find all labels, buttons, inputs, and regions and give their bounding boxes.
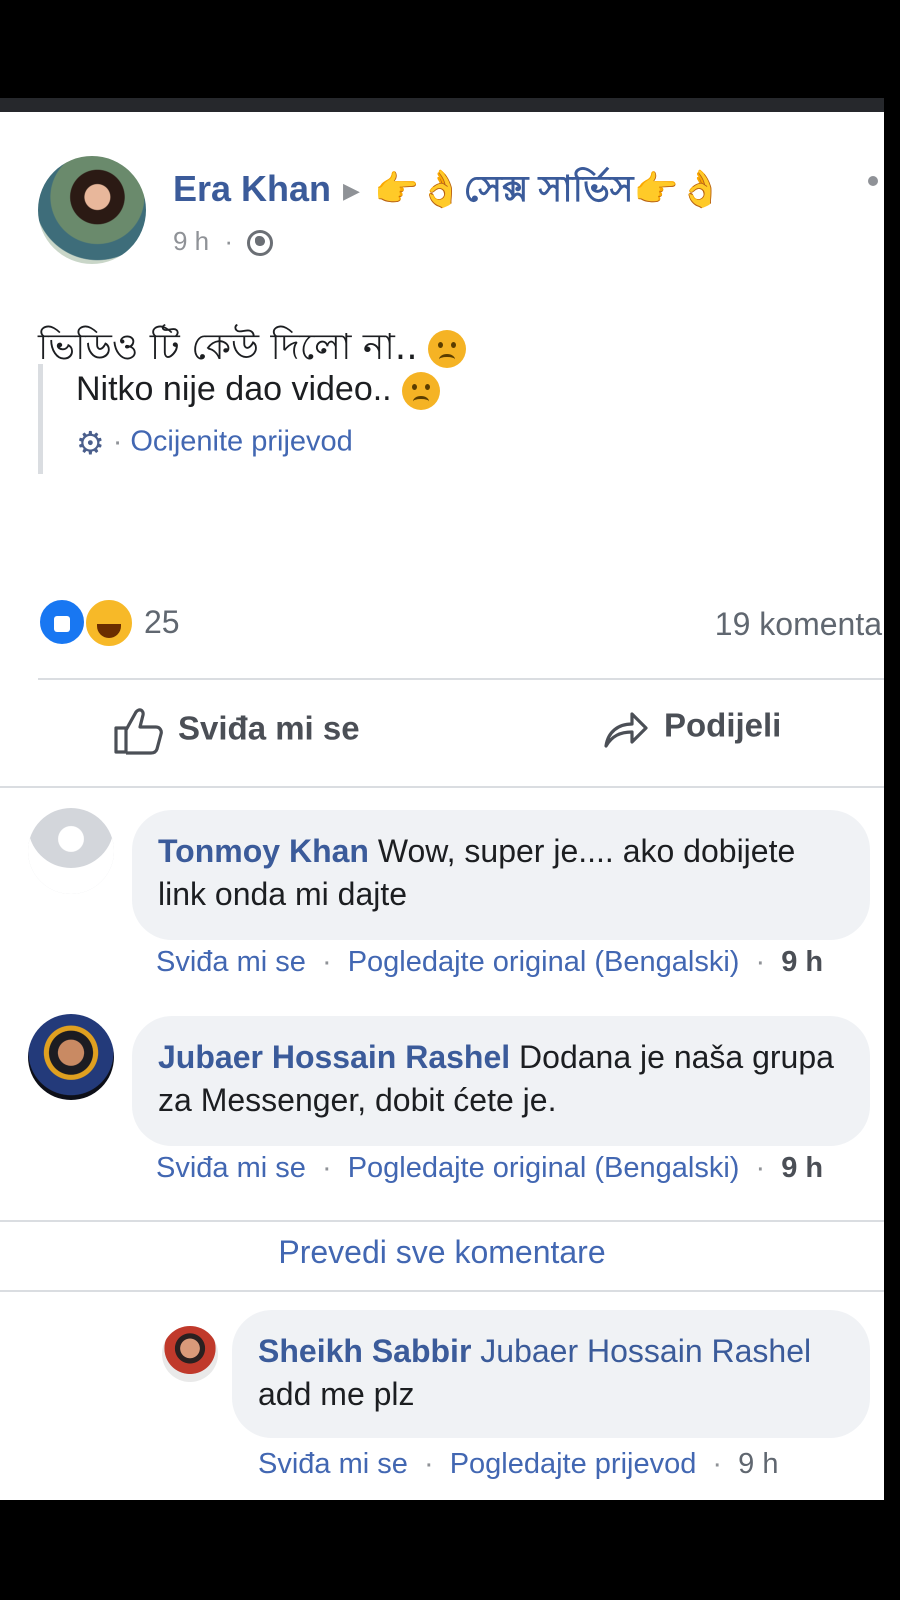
rate-translation-row: ⚙ · Ocijenite prijevod [76,424,353,462]
haha-reaction-icon[interactable] [84,598,134,648]
see-original-link[interactable]: Pogledajte original (Bengalski) [348,1152,740,1184]
reaction-count[interactable]: 25 [144,604,180,641]
author-name[interactable]: Era Khan [173,168,331,209]
gear-icon[interactable]: ⚙ [76,424,105,462]
comment-bubble: Jubaer Hossain Rashel Dodana je naša gru… [132,1016,870,1146]
more-icon[interactable] [868,176,878,186]
comment-bubble: Tonmoy Khan Wow, super je.... ako dobije… [132,810,870,940]
translate-all-comments-button[interactable]: Prevedi sve komentare [0,1234,884,1271]
avatar[interactable] [28,808,114,894]
reply-time[interactable]: 9 h [738,1448,778,1480]
sad-emoji-icon [401,372,440,411]
reply-author[interactable]: Sheikh Sabbir [258,1333,471,1369]
like-label: Sviđa mi se [178,709,360,747]
post-time[interactable]: 9 h [173,226,209,256]
comment-count[interactable]: 19 komenta [715,606,882,643]
comment-time[interactable]: 9 h [781,946,823,978]
see-original-link[interactable]: Pogledajte original (Bengalski) [348,946,740,978]
triangle-right-icon: ▶ [343,178,360,204]
author-avatar[interactable] [38,156,146,264]
separator: · [112,425,123,458]
separator: · [321,946,332,978]
comment-like-link[interactable]: Sviđa mi se [156,1152,306,1184]
reply-mention[interactable]: Jubaer Hossain Rashel [480,1333,811,1369]
share-arrow-icon [604,712,648,748]
comment-author[interactable]: Jubaer Hossain Rashel [158,1039,510,1075]
reply-text: add me plz [258,1376,415,1412]
post-meta: 9 h · [173,226,274,257]
divider [0,1290,884,1292]
divider [0,1220,884,1222]
avatar[interactable] [28,1014,114,1100]
separator: · [755,1152,766,1184]
share-label: Podijeli [664,706,782,744]
divider [38,678,884,680]
top-edge-bar [0,98,884,112]
comment-time[interactable]: 9 h [781,1152,823,1184]
like-button[interactable]: Sviđa mi se [112,706,360,756]
bottom-area [0,1500,900,1600]
separator: · [224,226,234,256]
comment-actions: Sviđa mi se · Pogledajte original (Benga… [156,946,823,979]
reply-actions: Sviđa mi se · Pogledajte prijevod · 9 h [258,1448,778,1481]
comment-like-link[interactable]: Sviđa mi se [156,946,306,978]
group-name[interactable]: 👉👌সেক্স সার্ভিস👉👌 [374,168,723,209]
separator: · [423,1448,434,1480]
right-edge [884,98,900,1500]
separator: · [755,946,766,978]
avatar[interactable] [162,1326,218,1382]
status-bar-area [0,0,900,98]
separator: · [321,1152,332,1184]
separator: · [712,1448,723,1480]
post-text-content: ভিডিও টি কেউ দিলো না.. [38,327,418,368]
comment-author[interactable]: Tonmoy Khan [158,833,369,869]
divider [0,786,884,788]
see-translation-link[interactable]: Pogledajte prijevod [450,1448,697,1480]
post-screen: Era Khan ▶ 👉👌সেক্স সার্ভিস👉👌 9 h · ভিডিও ট… [0,112,884,1500]
reply-like-link[interactable]: Sviđa mi se [258,1448,408,1480]
share-button[interactable]: Podijeli [602,706,781,750]
rate-translation-link[interactable]: Ocijenite prijevod [130,426,352,458]
sad-emoji-icon [427,330,466,368]
globe-icon [247,230,274,257]
translation-text: Nitko nije dao video.. [76,370,392,408]
comment-actions: Sviđa mi se · Pogledajte original (Benga… [156,1152,823,1185]
post-translation: Nitko nije dao video.. [76,370,440,411]
post-header: Era Khan ▶ 👉👌সেক্স সার্ভিস👉👌 [173,162,723,222]
reply-bubble: Sheikh Sabbir Jubaer Hossain Rashel add … [232,1310,870,1438]
thumbs-up-icon [114,708,163,755]
reaction-summary: 25 19 komenta [38,598,882,648]
like-reaction-icon[interactable] [38,598,86,646]
translation-quote-bar [38,364,43,474]
